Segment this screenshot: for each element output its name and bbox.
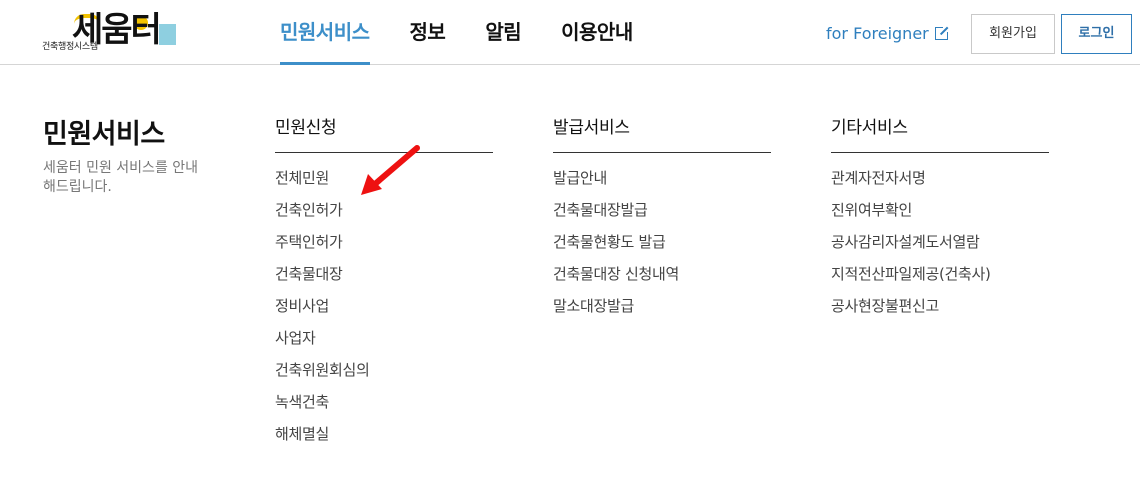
nav-item-civil-service[interactable]: 민원서비스: [280, 0, 370, 65]
menu-list: 발급안내 건축물대장발급 건축물현황도 발급 건축물대장 신청내역 말소대장발급: [553, 167, 771, 327]
menu-list: 전체민원 건축인허가 주택인허가 건축물대장 정비사업 사업자 건축위원회심의 …: [275, 167, 493, 455]
main-nav: 민원서비스 정보 알림 이용안내: [280, 0, 673, 65]
seumteo-logo[interactable]: 세움터 건축행정시스템: [42, 10, 182, 54]
logo-box-shape: [159, 24, 176, 45]
red-arrow-annotation: [361, 145, 420, 195]
menu-item[interactable]: 말소대장발급: [553, 295, 771, 327]
menu-item[interactable]: 주택인허가: [275, 231, 493, 263]
menu-item[interactable]: 녹색건축: [275, 391, 493, 423]
header: 세움터 건축행정시스템 민원서비스 정보 알림 이용안내 for Foreign…: [0, 0, 1140, 65]
menu-item[interactable]: 관계자전자서명: [831, 167, 1049, 199]
menu-item[interactable]: 사업자: [275, 327, 493, 359]
menu-column-etc: 기타서비스 관계자전자서명 진위여부확인 공사감리자설계도서열람 지적전산파일제…: [831, 113, 1049, 327]
menu-column-issue: 발급서비스 발급안내 건축물대장발급 건축물현황도 발급 건축물대장 신청내역 …: [553, 113, 771, 327]
menu-item[interactable]: 해체멸실: [275, 423, 493, 455]
for-foreigner-label: for Foreigner: [826, 24, 929, 43]
menu-item[interactable]: 건축인허가: [275, 199, 493, 231]
column-title: 기타서비스: [831, 113, 1049, 153]
nav-item-guide[interactable]: 이용안내: [561, 0, 633, 65]
menu-item[interactable]: 공사현장불편신고: [831, 295, 1049, 327]
logo-subtitle: 건축행정시스템: [42, 42, 98, 52]
menu-item[interactable]: 건축물대장: [275, 263, 493, 295]
menu-list: 관계자전자서명 진위여부확인 공사감리자설계도서열람 지적전산파일제공(건축사)…: [831, 167, 1049, 327]
menu-item[interactable]: 정비사업: [275, 295, 493, 327]
section-description: 세움터 민원 서비스를 안내해드립니다.: [43, 160, 199, 195]
section-title: 민원서비스: [43, 119, 165, 150]
menu-item[interactable]: 건축위원회심의: [275, 359, 493, 391]
menu-item[interactable]: 건축물현황도 발급: [553, 231, 771, 263]
menu-item[interactable]: 공사감리자설계도서열람: [831, 231, 1049, 263]
nav-item-notice[interactable]: 알림: [485, 0, 521, 65]
external-link-icon: [934, 25, 950, 40]
nav-item-info[interactable]: 정보: [410, 0, 446, 65]
column-title: 발급서비스: [553, 113, 771, 153]
menu-item[interactable]: 지적전산파일제공(건축사): [831, 263, 1049, 295]
for-foreigner-link[interactable]: for Foreigner: [826, 24, 950, 43]
menu-item[interactable]: 진위여부확인: [831, 199, 1049, 231]
menu-item[interactable]: 건축물대장 신청내역: [553, 263, 771, 295]
login-button[interactable]: 로그인: [1061, 14, 1132, 54]
menu-item[interactable]: 발급안내: [553, 167, 771, 199]
join-button[interactable]: 회원가입: [971, 14, 1055, 54]
menu-item[interactable]: 건축물대장발급: [553, 199, 771, 231]
